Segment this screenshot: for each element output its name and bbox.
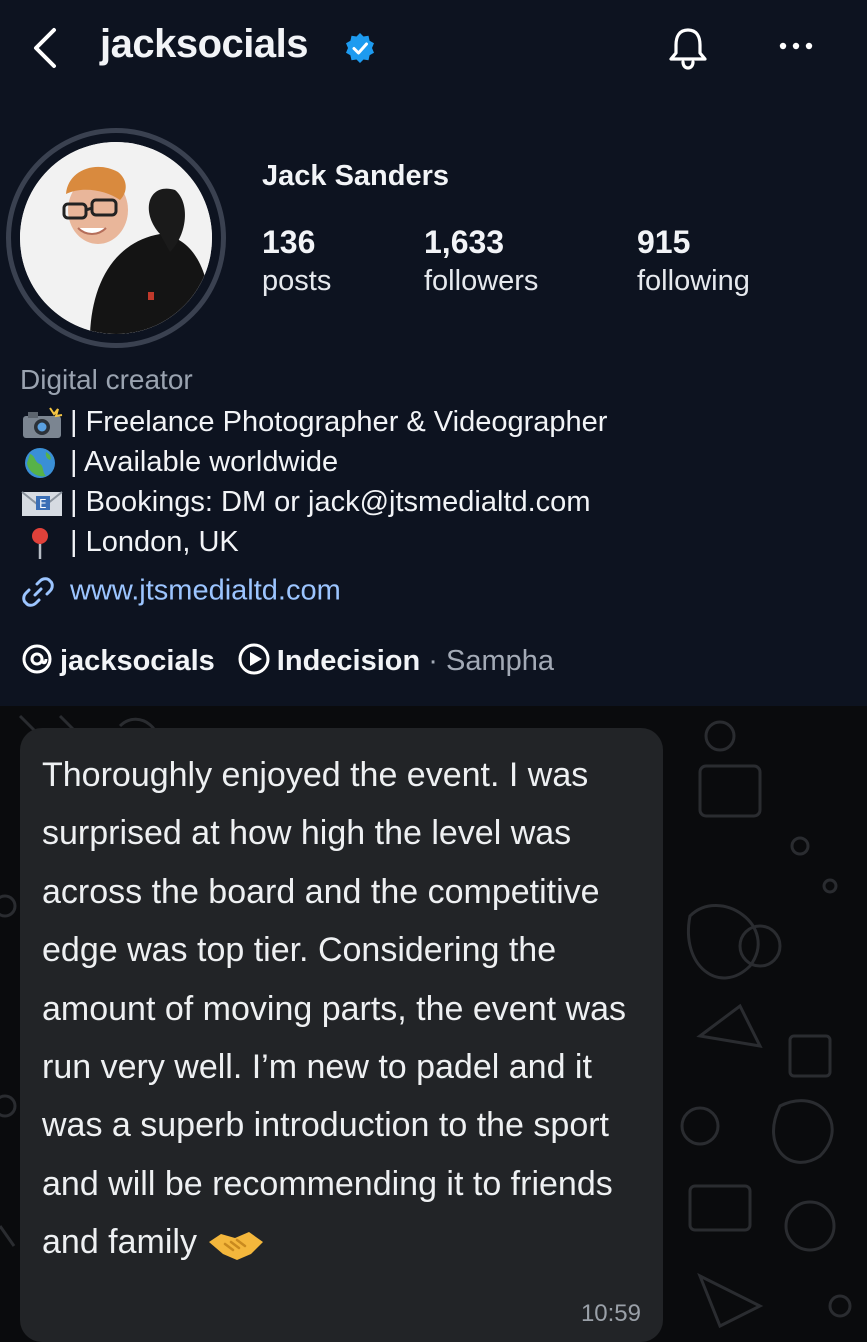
threads-handle[interactable]: jacksocials bbox=[60, 645, 215, 677]
stat-label: posts bbox=[262, 265, 332, 297]
message-time: 10:59 bbox=[580, 1300, 641, 1327]
avatar[interactable] bbox=[20, 142, 212, 334]
message-bubble[interactable]: Thoroughly enjoyed the event. I was surp… bbox=[20, 728, 663, 1342]
stat-following[interactable]: 915 following bbox=[637, 224, 750, 298]
website-link-row[interactable]: www.jtsmedialtd.com bbox=[20, 574, 341, 610]
bio-line: E | Bookings: DM or jack@jtsmedialtd.com bbox=[20, 482, 590, 522]
message-body: Thoroughly enjoyed the event. I was surp… bbox=[42, 756, 626, 1262]
profile-section: jacksocials Jack Sanders 136 posts 1,633… bbox=[0, 0, 867, 706]
avatar-photo bbox=[20, 142, 212, 334]
bio-text: | Bookings: DM or jack@jtsmedialtd.com bbox=[70, 486, 591, 518]
handshake-icon bbox=[208, 1232, 263, 1261]
threads-music-row: jacksocials Indecision · Sampha bbox=[20, 642, 554, 678]
globe-icon bbox=[25, 448, 55, 479]
bio-text: | Available worldwide bbox=[70, 446, 339, 478]
envelope-icon: E bbox=[21, 491, 63, 517]
profile-username: jacksocials bbox=[100, 22, 309, 66]
more-icon[interactable] bbox=[776, 34, 816, 58]
bio-line: | Available worldwide bbox=[20, 442, 338, 482]
bio-line: | Freelance Photographer & Videographer bbox=[20, 402, 607, 442]
play-circle-icon[interactable] bbox=[237, 642, 271, 676]
stat-posts[interactable]: 136 posts bbox=[262, 224, 331, 298]
bio-text: | London, UK bbox=[70, 526, 239, 558]
stat-value: 136 bbox=[262, 224, 316, 260]
pin-icon bbox=[32, 528, 48, 560]
svg-text:E: E bbox=[39, 497, 47, 511]
music-separator: · bbox=[420, 645, 446, 677]
music-title[interactable]: Indecision bbox=[277, 645, 420, 677]
message-text: Thoroughly enjoyed the event. I was surp… bbox=[42, 746, 642, 1272]
website-link[interactable]: www.jtsmedialtd.com bbox=[70, 575, 341, 607]
back-icon[interactable] bbox=[28, 24, 64, 72]
verified-icon bbox=[346, 33, 374, 63]
stat-label: followers bbox=[424, 265, 539, 297]
top-bar: jacksocials bbox=[0, 0, 867, 100]
stat-followers[interactable]: 1,633 followers bbox=[424, 224, 538, 298]
full-name: Jack Sanders bbox=[262, 160, 450, 192]
stat-label: following bbox=[637, 265, 750, 297]
bio-category: Digital creator bbox=[20, 364, 193, 395]
bio-line: | London, UK bbox=[20, 522, 239, 562]
stat-value: 1,633 bbox=[424, 224, 505, 260]
threads-icon[interactable] bbox=[20, 642, 54, 676]
camera-flash-icon bbox=[23, 407, 63, 439]
stat-value: 915 bbox=[637, 224, 691, 260]
music-artist: Sampha bbox=[446, 645, 555, 677]
link-icon bbox=[22, 577, 54, 607]
bell-icon[interactable] bbox=[664, 24, 712, 72]
bio-text: | Freelance Photographer & Videographer bbox=[70, 406, 608, 438]
